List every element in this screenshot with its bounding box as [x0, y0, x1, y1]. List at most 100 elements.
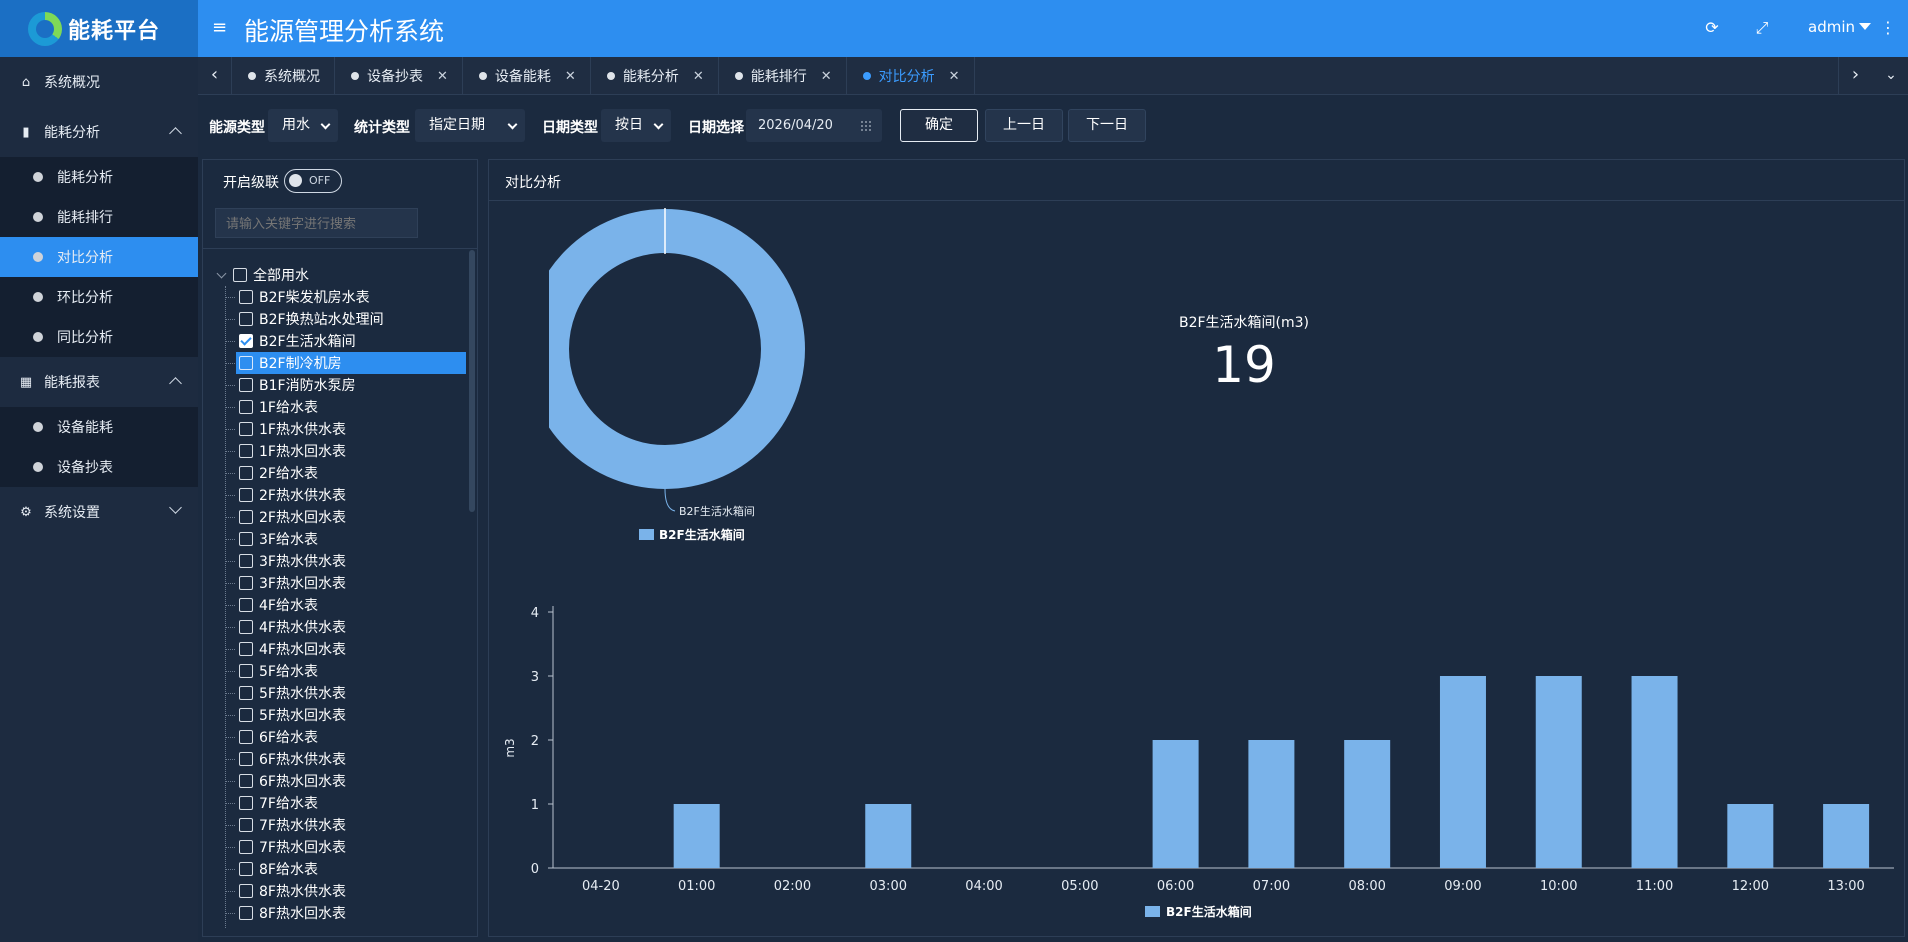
bar[interactable]: [1727, 804, 1774, 868]
sidebar-item-energy-analysis[interactable]: 能耗分析: [0, 157, 198, 197]
menu-icon[interactable]: ≡: [212, 17, 228, 39]
checkbox[interactable]: [239, 400, 253, 414]
checkbox[interactable]: [239, 620, 253, 634]
chevron-down-icon[interactable]: ⌄: [1874, 57, 1908, 95]
checkbox[interactable]: [239, 532, 253, 546]
tree-node[interactable]: 2F给水表: [225, 462, 466, 484]
date-input[interactable]: 2026/04/20: [746, 109, 882, 142]
sidebar-group-settings[interactable]: ⚙ 系统设置: [0, 487, 198, 537]
checkbox[interactable]: [239, 466, 253, 480]
close-icon[interactable]: ✕: [693, 69, 704, 84]
tree-node[interactable]: 5F给水表: [225, 660, 466, 682]
tree-node[interactable]: 8F热水回水表: [225, 902, 466, 924]
sidebar-group-overview[interactable]: ⌂ 系统概况: [0, 57, 198, 107]
tree-node[interactable]: 7F热水回水表: [225, 836, 466, 858]
tree-node[interactable]: B2F柴发机房水表: [225, 286, 466, 308]
legend-swatch[interactable]: [1145, 906, 1160, 917]
checkbox[interactable]: [239, 906, 253, 920]
checkbox[interactable]: [239, 444, 253, 458]
stat-type-select[interactable]: 指定日期: [415, 109, 525, 142]
tree-node[interactable]: 7F给水表: [225, 792, 466, 814]
bar[interactable]: [1248, 740, 1295, 868]
tree-node[interactable]: 5F热水供水表: [225, 682, 466, 704]
tree-node[interactable]: 2F热水供水表: [225, 484, 466, 506]
tab-overview[interactable]: 系统概况: [232, 57, 335, 95]
sidebar-item-device-energy[interactable]: 设备能耗: [0, 407, 198, 447]
fullscreen-icon[interactable]: ⤢: [1752, 18, 1772, 38]
close-icon[interactable]: ✕: [949, 69, 960, 84]
checkbox[interactable]: [239, 730, 253, 744]
close-icon[interactable]: ✕: [437, 69, 448, 84]
chevron-left-icon[interactable]: ‹: [198, 57, 232, 95]
checkbox[interactable]: [239, 356, 253, 370]
tree-node[interactable]: 7F热水供水表: [225, 814, 466, 836]
bar[interactable]: [1344, 740, 1391, 868]
tree-node[interactable]: 6F热水供水表: [225, 748, 466, 770]
sidebar-group-energy-report[interactable]: ▦ 能耗报表: [0, 357, 198, 407]
checkbox[interactable]: [239, 752, 253, 766]
checkbox[interactable]: [239, 290, 253, 304]
tree-node[interactable]: 2F热水回水表: [225, 506, 466, 528]
tree-node[interactable]: 6F给水表: [225, 726, 466, 748]
tree-node[interactable]: B2F制冷机房: [225, 352, 466, 374]
donut-slice[interactable]: [549, 209, 805, 489]
checkbox-checked[interactable]: [239, 334, 253, 348]
checkbox[interactable]: [239, 840, 253, 854]
checkbox[interactable]: [239, 642, 253, 656]
sidebar-item-mom-analysis[interactable]: 环比分析: [0, 277, 198, 317]
prev-day-button[interactable]: 上一日: [985, 109, 1063, 142]
checkbox[interactable]: [239, 422, 253, 436]
checkbox[interactable]: [239, 686, 253, 700]
checkbox[interactable]: [239, 664, 253, 678]
tree-node[interactable]: B1F消防水泵房: [225, 374, 466, 396]
bar[interactable]: [1535, 676, 1582, 868]
next-day-button[interactable]: 下一日: [1068, 109, 1146, 142]
sidebar-item-yoy-analysis[interactable]: 同比分析: [0, 317, 198, 357]
bar[interactable]: [673, 804, 720, 868]
checkbox[interactable]: [239, 818, 253, 832]
tree-node[interactable]: 8F给水表: [225, 858, 466, 880]
app-logo[interactable]: 能耗平台: [0, 0, 198, 57]
checkbox[interactable]: [239, 576, 253, 590]
checkbox[interactable]: [239, 884, 253, 898]
tree-node[interactable]: 6F热水回水表: [225, 770, 466, 792]
checkbox[interactable]: [239, 488, 253, 502]
checkbox[interactable]: [239, 378, 253, 392]
energy-type-select[interactable]: 用水: [268, 109, 338, 142]
tree-node[interactable]: 3F热水供水表: [225, 550, 466, 572]
bar[interactable]: [1631, 676, 1678, 868]
confirm-button[interactable]: 确定: [900, 109, 978, 142]
tree-node[interactable]: B2F换热站水处理间: [225, 308, 466, 330]
sidebar-item-device-reading[interactable]: 设备抄表: [0, 447, 198, 487]
tree-node[interactable]: 1F热水供水表: [225, 418, 466, 440]
tab-device-energy[interactable]: 设备能耗 ✕: [463, 57, 591, 95]
bar[interactable]: [865, 804, 912, 868]
chevron-down-icon[interactable]: [216, 268, 227, 278]
bar[interactable]: [1823, 804, 1870, 868]
scrollbar[interactable]: [469, 250, 475, 512]
legend-swatch[interactable]: [639, 529, 654, 540]
tree-node[interactable]: 1F给水表: [225, 396, 466, 418]
checkbox[interactable]: [239, 312, 253, 326]
checkbox[interactable]: [239, 796, 253, 810]
tree-node[interactable]: 4F热水回水表: [225, 638, 466, 660]
legend-label[interactable]: B2F生活水箱间: [1166, 904, 1252, 919]
tree-search-input[interactable]: [215, 208, 418, 238]
tab-device-reading[interactable]: 设备抄表 ✕: [335, 57, 463, 95]
legend-label[interactable]: B2F生活水箱间: [659, 527, 745, 542]
date-type-select[interactable]: 按日: [601, 109, 671, 142]
tree-node[interactable]: 5F热水回水表: [225, 704, 466, 726]
tab-energy-ranking[interactable]: 能耗排行 ✕: [719, 57, 847, 95]
checkbox[interactable]: [239, 774, 253, 788]
tree-node[interactable]: 8F热水供水表: [225, 880, 466, 902]
checkbox[interactable]: [233, 268, 247, 282]
checkbox[interactable]: [239, 598, 253, 612]
tree-node[interactable]: B2F生活水箱间: [225, 330, 466, 352]
tree-root[interactable]: 全部用水: [216, 264, 309, 286]
cascade-toggle[interactable]: OFF: [284, 169, 342, 193]
tree-node[interactable]: 1F热水回水表: [225, 440, 466, 462]
checkbox[interactable]: [239, 554, 253, 568]
bar[interactable]: [1152, 740, 1199, 868]
user-menu[interactable]: admin: [1808, 18, 1871, 36]
tree-node[interactable]: 3F热水回水表: [225, 572, 466, 594]
